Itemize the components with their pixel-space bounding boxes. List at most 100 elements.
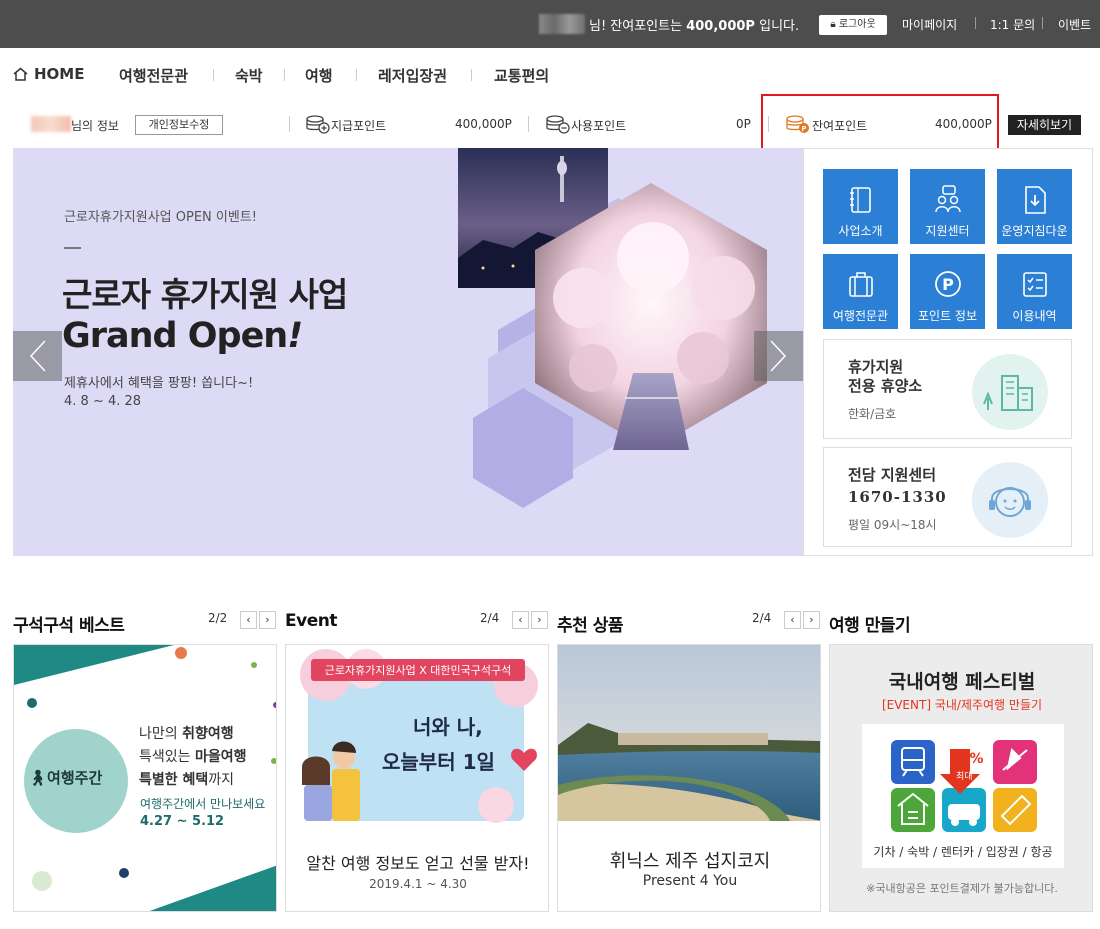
hero-title-line2: Grand Open! — [62, 316, 303, 356]
chevron-right-icon: › — [265, 613, 270, 626]
people-chat-icon — [935, 185, 961, 213]
chevron-right-icon — [770, 340, 787, 372]
best-card[interactable]: 🚶︎여행주간 나만의 취향여행 특색있는 마을여행 특별한 혜택까지 여행주간에… — [13, 644, 277, 912]
support-circle — [972, 462, 1048, 538]
support-phone: 1670-1330 — [848, 488, 947, 506]
chevron-left-icon — [29, 340, 46, 372]
best-line3a: 특별한 혜택 — [139, 772, 209, 788]
best-pager: 2/2 — [208, 611, 228, 625]
view-details-button[interactable]: 자세히보기 — [1008, 115, 1081, 135]
support-center-card[interactable]: 전담 지원센터 1670-1330 평일 09시~18시 — [823, 447, 1072, 547]
lock-icon: 🔒︎ — [830, 19, 836, 30]
best-line3b: 까지 — [208, 772, 235, 788]
best-dates: 4.27 ~ 5.12 — [140, 814, 225, 829]
nav-home[interactable]: HOME — [13, 65, 84, 83]
divider — [289, 116, 290, 132]
recommend-card[interactable]: 휘닉스 제주 섭지코지 Present 4 You — [557, 644, 821, 912]
event-link[interactable]: 이벤트 — [1058, 16, 1091, 33]
highlight-box — [761, 94, 999, 156]
hero-banner[interactable]: 근로자휴가지원사업 OPEN 이벤트! 근로자 휴가지원 사업 Grand Op… — [13, 148, 803, 556]
tile-guideline-download-label: 운영지침다운 — [1001, 224, 1068, 238]
quick-menu-panel: 사업소개 지원센터 운영지침다운 여행전문관 P 포인트 정보 이용내역 휴가지… — [803, 148, 1093, 556]
chevron-right-icon: › — [809, 613, 814, 626]
event-ribbon: 근로자휴가지원사업 X 대한민국구석구석 — [324, 664, 512, 677]
divider — [528, 116, 529, 132]
resort-circle — [972, 354, 1048, 430]
event-next-button[interactable]: › — [531, 611, 548, 629]
resort-title-line1: 휴가지원 — [848, 358, 904, 376]
event-pager: 2/4 — [480, 611, 500, 625]
make-title: 국내여행 페스티벌 — [888, 671, 1036, 693]
recommend-caption: 휘닉스 제주 섭지코지 — [609, 851, 771, 872]
user-name-redacted — [539, 14, 585, 34]
used-points-label: 사용포인트 — [571, 119, 627, 133]
nav-travel[interactable]: 여행 — [305, 65, 333, 86]
make-subtitle: [EVENT] 국내/제주여행 만들기 — [881, 698, 1043, 712]
tile-support-center[interactable]: 지원센터 — [910, 169, 985, 244]
support-title: 전담 지원센터 — [848, 466, 937, 484]
tile-business-intro[interactable]: 사업소개 — [823, 169, 898, 244]
support-hours: 평일 09시~18시 — [848, 518, 937, 532]
tile-business-intro-label: 사업소개 — [838, 224, 883, 238]
hero-title-grand-open: Grand Open — [62, 316, 288, 356]
greeting-prefix: 님! 잔여포인트는 — [589, 19, 683, 34]
recommend-section-title: 추천 상품 — [557, 616, 623, 636]
main-nav: HOME 여행전문관 숙박 여행 레저입장권 교통편의 — [0, 48, 1100, 100]
divider — [975, 17, 976, 29]
tile-travel-specialty-label: 여행전문관 — [832, 309, 889, 323]
best-line1b: 취향여행 — [182, 726, 234, 742]
best-next-button[interactable]: › — [259, 611, 276, 629]
nav-leisure-tickets[interactable]: 레저입장권 — [378, 65, 447, 86]
nav-transport[interactable]: 교통편의 — [494, 65, 549, 86]
best-copy-line4: 여행주간에서 만나보세요 — [140, 797, 266, 811]
nav-travel-specialty[interactable]: 여행전문관 — [119, 65, 188, 86]
tile-point-info[interactable]: P 포인트 정보 — [910, 254, 985, 329]
document-download-icon — [1025, 186, 1046, 214]
tile-usage-history-label: 이용내역 — [1012, 309, 1057, 323]
tile-usage-history[interactable]: 이용내역 — [997, 254, 1072, 329]
divider — [284, 69, 285, 81]
make-section-title: 여행 만들기 — [829, 616, 911, 636]
mypage-link[interactable]: 마이페이지 — [902, 16, 957, 33]
granted-points-label: 지급포인트 — [331, 119, 387, 133]
event-banner-line2: 오늘부터 1일 — [382, 750, 495, 774]
best-copy-line2: 특색있는 마을여행 — [139, 746, 247, 769]
top-bar: 님! 잔여포인트는 400,000P 입니다. 🔒︎ 로그아웃 마이페이지 1:… — [0, 0, 1100, 48]
hero-dash — [64, 247, 81, 249]
greeting-text: 님! 잔여포인트는 400,000P 입니다. — [589, 15, 799, 34]
resort-title: 휴가지원 전용 휴양소 — [848, 358, 922, 396]
point-circle-icon: P — [935, 271, 961, 297]
hiker-icon: 🚶︎ — [28, 769, 48, 787]
greeting-suffix: 입니다. — [759, 19, 800, 34]
tile-support-center-label: 지원센터 — [925, 224, 970, 238]
recommend-prev-button[interactable]: ‹ — [784, 611, 801, 629]
recommend-next-button[interactable]: › — [803, 611, 820, 629]
granted-points-icon — [306, 115, 330, 134]
hero-date: 4. 8 ~ 4. 28 — [64, 394, 142, 409]
hero-prev-button[interactable] — [13, 331, 62, 381]
inquiry-link[interactable]: 1:1 문의 — [990, 16, 1035, 33]
event-caption: 알찬 여행 정보도 얻고 선물 받자! — [306, 854, 530, 873]
nav-accommodation[interactable]: 숙박 — [235, 65, 263, 86]
recommend-subtitle: Present 4 You — [642, 873, 738, 889]
hero-next-button[interactable] — [754, 331, 803, 381]
divider — [213, 69, 214, 81]
nav-home-label: HOME — [34, 65, 85, 83]
make-illustration: 35% 최대 기차 / 숙박 / 렌터카 / 입장권 / 항공 — [862, 724, 1064, 868]
tile-travel-specialty[interactable]: 여행전문관 — [823, 254, 898, 329]
granted-points-value: 400,000P — [455, 117, 512, 131]
resort-card[interactable]: 휴가지원 전용 휴양소 한화/금호 — [823, 339, 1072, 439]
make-note: ※국내항공은 포인트결제가 불가능합니다. — [866, 882, 1058, 895]
event-banner-line1: 너와 나, — [413, 715, 483, 739]
make-card[interactable]: 국내여행 페스티벌 [EVENT] 국내/제주여행 만들기 35% 최대 기차 … — [829, 644, 1093, 912]
best-line2b: 마을여행 — [194, 749, 247, 765]
used-points-icon — [546, 115, 570, 134]
edit-profile-button[interactable]: 개인정보수정 — [135, 115, 223, 135]
logout-button[interactable]: 🔒︎ 로그아웃 — [819, 15, 887, 35]
best-prev-button[interactable]: ‹ — [240, 611, 257, 629]
tile-guideline-download[interactable]: 운영지침다운 — [997, 169, 1072, 244]
owner-name-redacted — [31, 116, 71, 132]
event-card[interactable]: 근로자휴가지원사업 X 대한민국구석구석 너와 나, 오늘부터 1일 알찬 여행… — [285, 644, 549, 912]
event-prev-button[interactable]: ‹ — [512, 611, 529, 629]
resort-title-line2: 전용 휴양소 — [848, 377, 923, 395]
